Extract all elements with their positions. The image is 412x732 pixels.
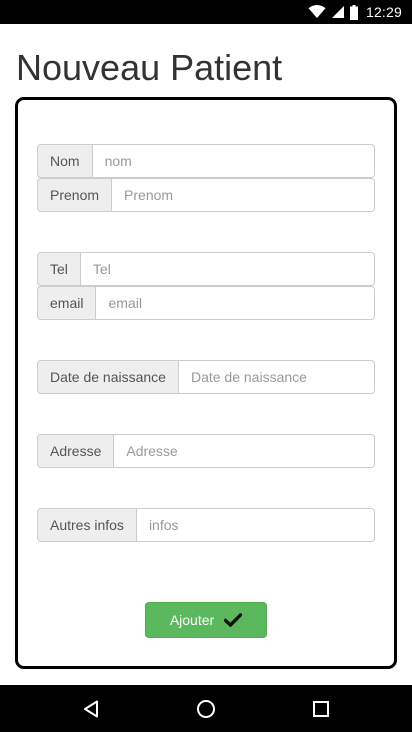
email-label: email [37,286,97,320]
email-input-group: email [37,286,375,320]
nom-input-group: Nom [37,144,375,178]
tel-input-group: Tel [37,252,375,286]
other-info-input[interactable] [136,508,375,542]
status-bar: 12:29 [0,0,412,24]
recents-button[interactable] [291,685,351,732]
birthdate-label: Date de naissance [37,360,179,394]
birthdate-input[interactable] [178,360,375,394]
battery-icon [349,4,358,20]
address-label: Adresse [37,434,115,468]
add-button[interactable]: Ajouter [145,602,267,638]
prenom-input-group: Prenom [37,178,375,212]
birthdate-input-group: Date de naissance [37,360,375,394]
add-button-label: Ajouter [169,612,215,628]
back-button[interactable] [61,685,121,732]
tel-input[interactable] [80,252,375,286]
checkmark-icon [224,613,243,627]
prenom-label: Prenom [37,178,113,212]
status-icons: 12:29 [308,0,402,24]
email-input[interactable] [96,286,375,320]
home-icon [197,699,215,718]
tel-label: Tel [37,252,81,286]
address-input[interactable] [114,434,375,468]
signal-icon [331,6,344,18]
prenom-input[interactable] [112,178,375,212]
home-button[interactable] [176,685,236,732]
navigation-bar [0,685,412,732]
other-info-input-group: Autres infos [37,508,375,542]
nom-label: Nom [37,144,93,178]
status-time: 12:29 [365,4,402,20]
address-input-group: Adresse [37,434,375,468]
back-icon [84,700,98,717]
other-info-label: Autres infos [37,508,137,542]
wifi-icon [308,5,326,18]
recents-icon [313,700,329,717]
nom-input[interactable] [92,144,375,178]
page-title: Nouveau Patient [16,47,283,88]
